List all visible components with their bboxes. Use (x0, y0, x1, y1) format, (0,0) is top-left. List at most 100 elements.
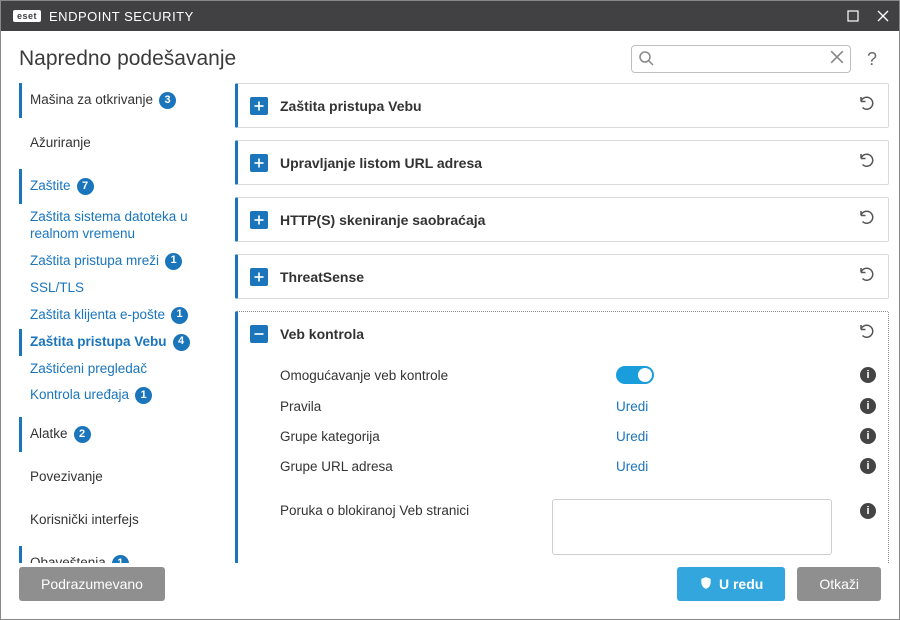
badge: 1 (171, 307, 188, 324)
undo-icon[interactable] (858, 265, 876, 288)
badge: 3 (159, 92, 176, 109)
sidebar-item-label: Alatke (30, 426, 68, 443)
info-icon[interactable]: i (860, 458, 876, 474)
panel-title: ThreatSense (280, 269, 364, 285)
sidebar-item-label: Obaveštenja (30, 555, 106, 563)
toggle[interactable] (616, 366, 654, 384)
header: Napredno podešavanje ? (1, 31, 899, 83)
brand-badge: eset (13, 10, 41, 22)
sidebar-item-4[interactable]: Zaštita pristupa mreži 1 (19, 248, 221, 275)
sidebar-item-1[interactable]: Ažuriranje (19, 126, 221, 161)
blocked-message-textarea[interactable] (552, 499, 832, 555)
sidebar-item-2[interactable]: Zaštite 7 (19, 169, 221, 204)
panel-header[interactable]: Zaštita pristupa Vebu (238, 84, 888, 127)
sidebar-item-label: Zaštita klijenta e-pošte (30, 307, 165, 324)
setting-row-0: Omogućavanje veb kontrole i (280, 359, 876, 391)
setting-label: Pravila (280, 399, 321, 414)
sidebar-item-12[interactable]: Korisnički interfejs (19, 503, 221, 538)
undo-icon[interactable] (858, 151, 876, 174)
undo-icon[interactable] (858, 94, 876, 117)
sidebar-item-7[interactable]: Zaštita pristupa Vebu 4 (19, 329, 221, 356)
expand-icon[interactable] (250, 97, 268, 115)
panel-0: Zaštita pristupa Vebu (235, 83, 889, 128)
sidebar-item-6[interactable]: Zaštita klijenta e-pošte 1 (19, 302, 221, 329)
help-button[interactable]: ? (863, 49, 881, 70)
panel-header[interactable]: ThreatSense (238, 255, 888, 298)
panel-header[interactable]: HTTP(S) skeniranje saobraćaja (238, 198, 888, 241)
sidebar-item-label: SSL/TLS (30, 280, 84, 297)
panel-2: HTTP(S) skeniranje saobraćaja (235, 197, 889, 242)
badge: 2 (74, 426, 91, 443)
shield-icon (699, 576, 713, 593)
sidebar-item-label: Mašina za otkrivanje (30, 92, 153, 109)
expand-icon[interactable] (250, 154, 268, 172)
expand-icon[interactable] (250, 268, 268, 286)
blocked-message-row: Poruka o blokiranoj Veb stranici i (280, 481, 876, 555)
window-close-icon[interactable] (875, 8, 891, 24)
search-input[interactable] (631, 45, 851, 73)
page-title: Napredno podešavanje (19, 47, 236, 71)
sidebar-item-3[interactable]: Zaštita sistema datoteka u realnom vreme… (19, 204, 221, 248)
setting-row-2: Grupe kategorija Uredi i (280, 421, 876, 451)
setting-label: Grupe kategorija (280, 429, 380, 444)
info-icon[interactable]: i (860, 398, 876, 414)
sidebar-item-label: Ažuriranje (30, 135, 91, 152)
sidebar-item-label: Zaštita pristupa Vebu (30, 334, 167, 351)
titlebar: eset ENDPOINT SECURITY (1, 1, 899, 31)
setting-row-3: Grupe URL adresa Uredi i (280, 451, 876, 481)
sidebar-item-13[interactable]: Obaveštenja1 (19, 546, 221, 563)
expand-icon[interactable] (250, 211, 268, 229)
info-icon[interactable]: i (860, 367, 876, 383)
sidebar-item-label: Kontrola uređaja (30, 387, 129, 404)
sidebar-item-9[interactable]: Kontrola uređaja 1 (19, 382, 221, 409)
ok-button-label: U redu (719, 576, 763, 592)
panel-3: ThreatSense (235, 254, 889, 299)
setting-row-1: Pravila Uredi i (280, 391, 876, 421)
footer: Podrazumevano U redu Otkaži (1, 563, 899, 619)
sidebar-item-label: Zaštićeni pregledač (30, 361, 147, 378)
panel-body: Omogućavanje veb kontroleiPravilaUrediiG… (238, 355, 888, 563)
edit-link[interactable]: Uredi (616, 459, 648, 474)
sidebar: Mašina za otkrivanje3AžuriranjeZaštite7Z… (19, 83, 229, 563)
badge: 7 (77, 178, 94, 195)
edit-link[interactable]: Uredi (616, 399, 648, 414)
panel-title: Veb kontrola (280, 326, 364, 342)
brand-text: ENDPOINT SECURITY (49, 9, 194, 24)
main-content: Zaštita pristupa Vebu Upravljanje listom … (229, 83, 899, 563)
panel-header[interactable]: Upravljanje listom URL adresa (238, 141, 888, 184)
window-maximize-icon[interactable] (845, 8, 861, 24)
panel-4: Veb kontrolaOmogućavanje veb kontroleiPr… (235, 311, 889, 563)
panel-title: Upravljanje listom URL adresa (280, 155, 482, 171)
sidebar-item-label: Zaštita sistema datoteka u realnom vreme… (30, 209, 217, 243)
info-icon[interactable]: i (860, 503, 876, 519)
sidebar-item-label: Povezivanje (30, 469, 103, 486)
undo-icon[interactable] (858, 322, 876, 345)
sidebar-item-label: Zaštita pristupa mreži (30, 253, 159, 270)
search-field[interactable] (631, 45, 851, 73)
badge: 4 (173, 334, 190, 351)
sidebar-item-5[interactable]: SSL/TLS (19, 275, 221, 302)
sidebar-item-10[interactable]: Alatke 2 (19, 417, 221, 452)
undo-icon[interactable] (858, 208, 876, 231)
info-icon[interactable]: i (860, 428, 876, 444)
sidebar-item-8[interactable]: Zaštićeni pregledač (19, 356, 221, 383)
cancel-button[interactable]: Otkaži (797, 567, 881, 601)
badge: 1 (165, 253, 182, 270)
setting-label: Poruka o blokiranoj Veb stranici (280, 499, 540, 518)
collapse-icon[interactable] (250, 325, 268, 343)
panel-header[interactable]: Veb kontrola (238, 312, 888, 355)
edit-link[interactable]: Uredi (616, 429, 648, 444)
sidebar-item-0[interactable]: Mašina za otkrivanje 3 (19, 83, 221, 118)
panel-title: Zaštita pristupa Vebu (280, 98, 422, 114)
sidebar-item-label: Zaštite (30, 178, 71, 195)
clear-icon[interactable] (830, 50, 844, 69)
default-button[interactable]: Podrazumevano (19, 567, 165, 601)
setting-label: Omogućavanje veb kontrole (280, 368, 448, 383)
sidebar-item-11[interactable]: Povezivanje (19, 460, 221, 495)
ok-button[interactable]: U redu (677, 567, 785, 601)
panel-1: Upravljanje listom URL adresa (235, 140, 889, 185)
badge: 1 (135, 387, 152, 404)
brand: eset ENDPOINT SECURITY (13, 9, 194, 24)
sidebar-item-label: Korisnički interfejs (30, 512, 139, 529)
setting-label: Grupe URL adresa (280, 459, 393, 474)
